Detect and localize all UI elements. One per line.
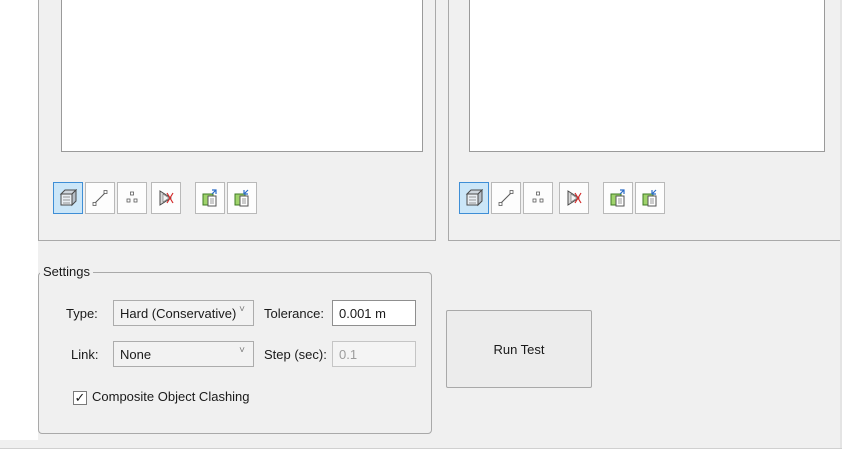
export-selection-icon — [641, 189, 659, 207]
status-bar — [0, 448, 842, 469]
selection-tree-b[interactable] — [469, 0, 825, 152]
window-left-edge — [0, 0, 38, 440]
clash-exclude-button[interactable] — [559, 182, 589, 214]
tolerance-value: 0.001 m — [339, 306, 386, 321]
check-mark-icon: ✓ — [74, 390, 86, 405]
step-value: 0.1 — [339, 347, 358, 362]
clash-exclude-button[interactable] — [151, 182, 181, 214]
clash-exclude-icon — [157, 189, 175, 207]
type-label: Type: — [66, 306, 98, 321]
points-button[interactable] — [523, 182, 553, 214]
clash-exclude-icon — [565, 189, 583, 207]
export-selection-button[interactable] — [227, 182, 257, 214]
composite-object-clashing-checkbox[interactable]: ✓ — [73, 391, 87, 405]
step-label: Step (sec): — [264, 347, 327, 362]
link-label: Link: — [71, 347, 99, 362]
selection-box-icon — [59, 189, 77, 207]
points-button[interactable] — [117, 182, 147, 214]
composite-object-clashing-label[interactable]: Composite Object Clashing — [92, 389, 250, 404]
selection-box-icon — [465, 189, 483, 207]
run-test-button[interactable]: Run Test — [446, 310, 592, 388]
import-selection-icon — [201, 189, 219, 207]
export-selection-icon — [233, 189, 251, 207]
selection-panel-b — [448, 0, 842, 241]
points-icon — [123, 189, 141, 207]
type-select[interactable]: Hard (Conservative) ˅ — [113, 300, 254, 326]
selection-box-button[interactable] — [53, 182, 83, 214]
line-button[interactable] — [85, 182, 115, 214]
settings-group: Settings Type: Hard (Conservative) ˅ Tol… — [38, 264, 432, 434]
tolerance-input[interactable]: 0.001 m — [332, 300, 416, 326]
import-selection-button[interactable] — [195, 182, 225, 214]
line-icon — [497, 189, 515, 207]
export-selection-button[interactable] — [635, 182, 665, 214]
line-icon — [91, 189, 109, 207]
settings-legend: Settings — [40, 264, 93, 279]
tolerance-label: Tolerance: — [264, 306, 324, 321]
points-icon — [529, 189, 547, 207]
selection-tree-a[interactable] — [61, 0, 423, 152]
chevron-down-icon: ˅ — [239, 304, 245, 315]
import-selection-button[interactable] — [603, 182, 633, 214]
selection-box-button[interactable] — [459, 182, 489, 214]
selection-panel-a — [38, 0, 436, 241]
line-button[interactable] — [491, 182, 521, 214]
link-select-value: None — [120, 347, 152, 362]
step-input[interactable]: 0.1 — [332, 341, 416, 367]
link-select[interactable]: None ˅ — [113, 341, 254, 367]
import-selection-icon — [609, 189, 627, 207]
type-select-value: Hard (Conservative) — [120, 306, 237, 321]
chevron-down-icon: ˅ — [239, 345, 245, 356]
run-test-label: Run Test — [493, 341, 545, 357]
